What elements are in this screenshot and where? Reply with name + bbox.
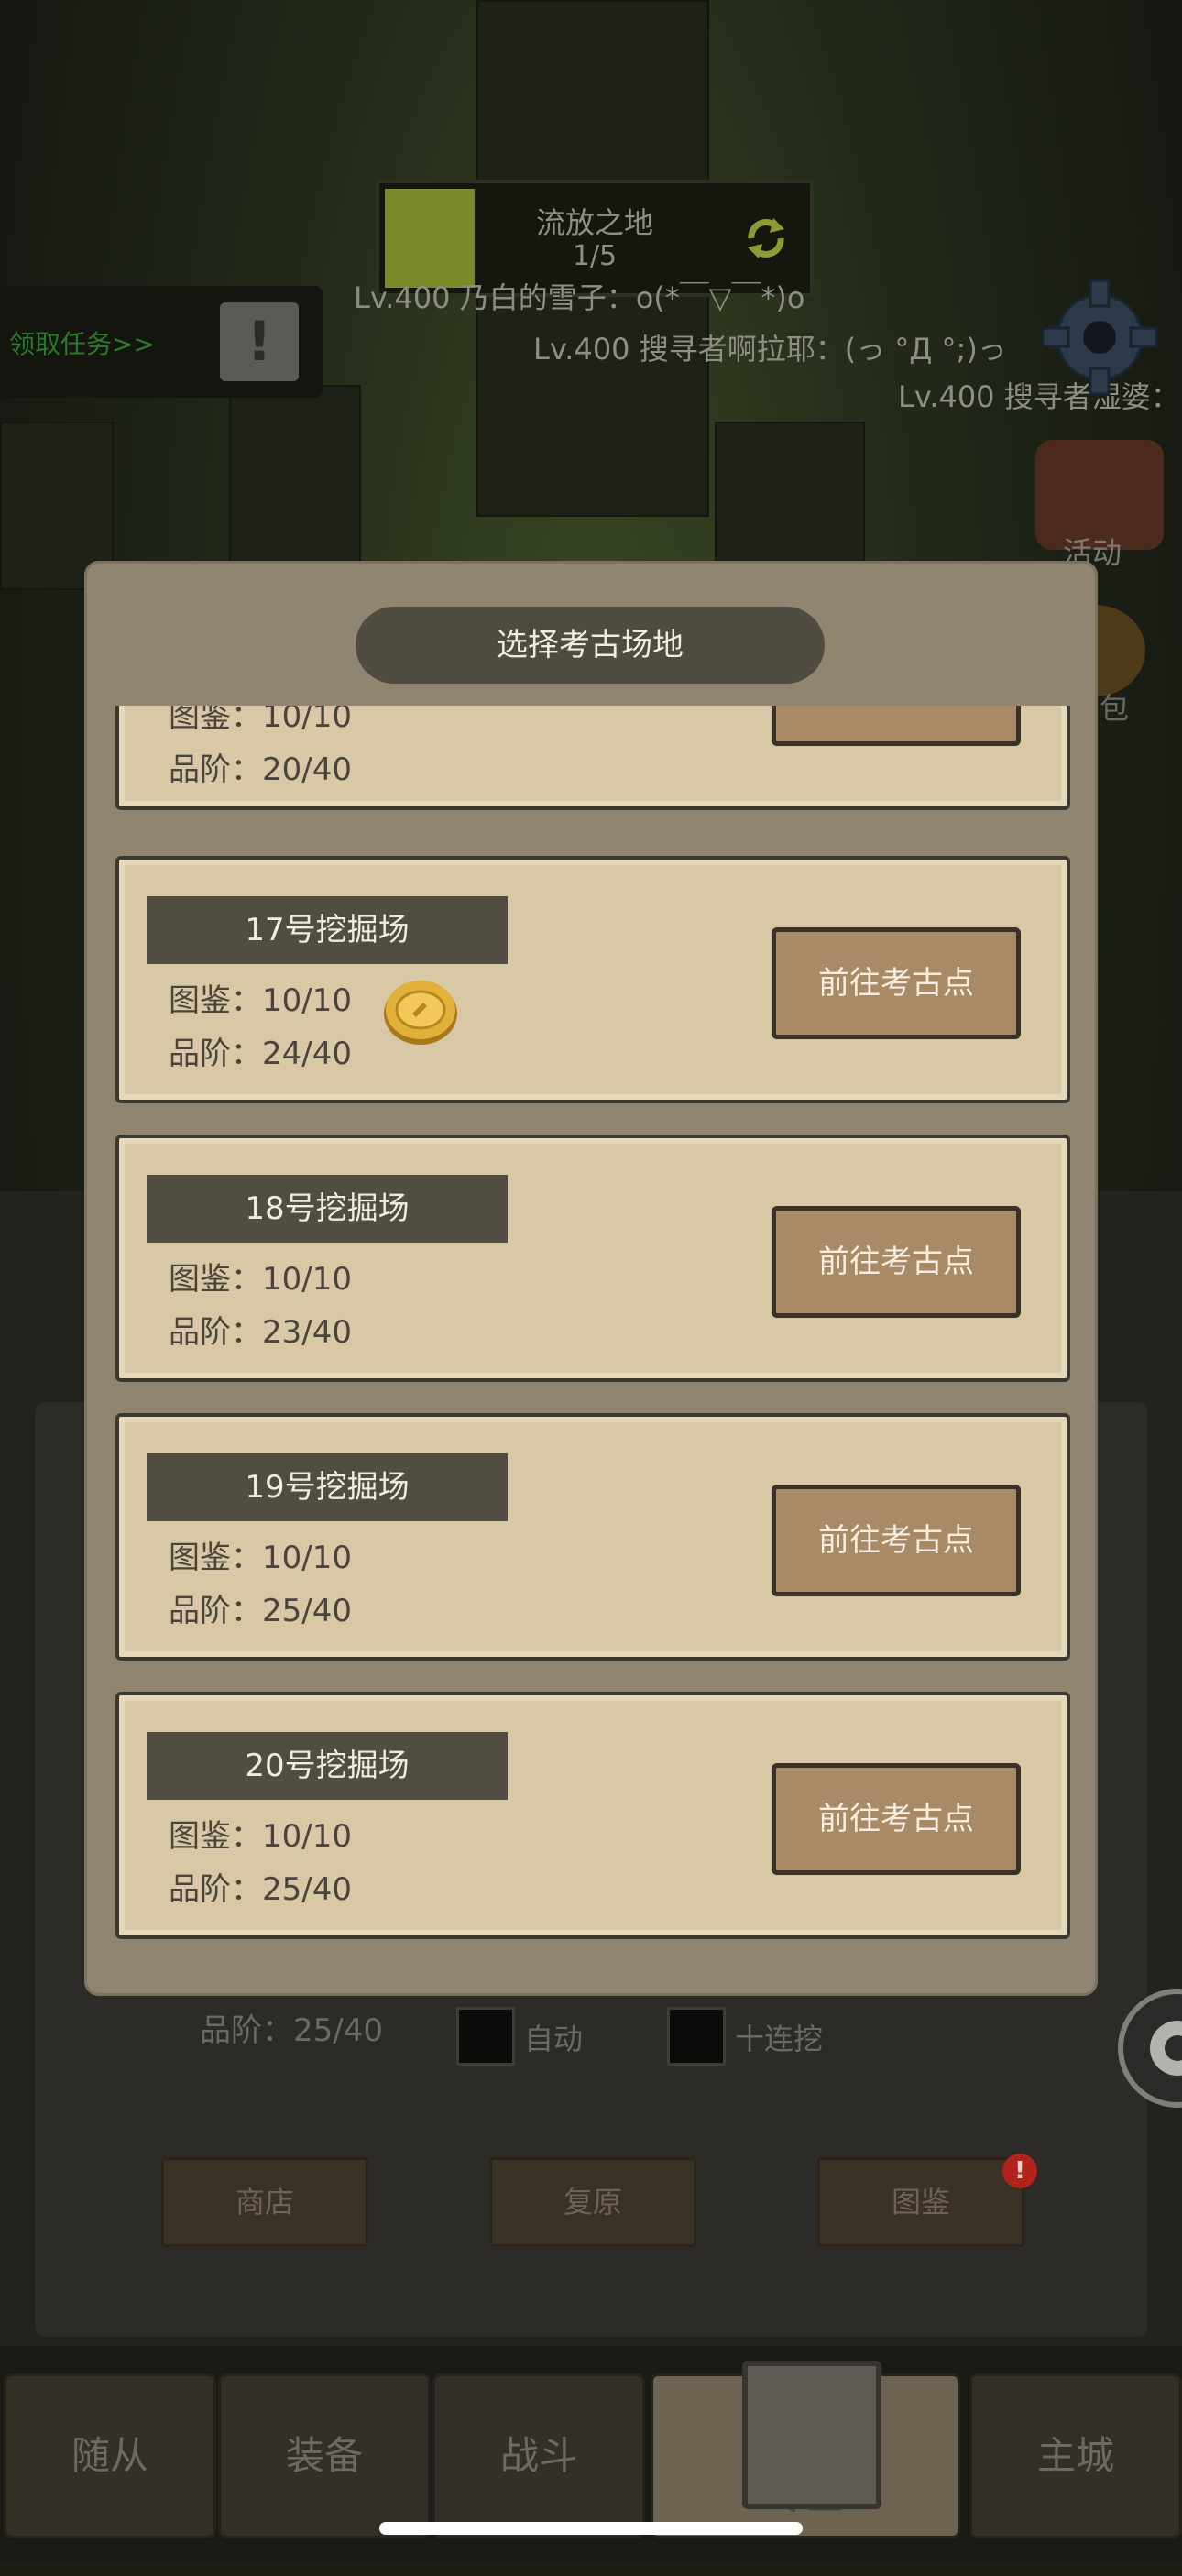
- nav-tab-followers[interactable]: 随从: [4, 2373, 216, 2538]
- coin-icon[interactable]: [381, 977, 460, 1047]
- auto-checkbox[interactable]: [456, 2007, 515, 2066]
- site-grade: 品阶：23/40: [169, 1314, 352, 1351]
- auto-label: 自动: [524, 2022, 584, 2056]
- nav-tab-equipment[interactable]: 装备: [218, 2373, 431, 2538]
- gear-icon[interactable]: [1037, 275, 1162, 400]
- go-site-button[interactable]: 前往考古点: [772, 1206, 1021, 1318]
- site-grade: 品阶：24/40: [169, 1036, 352, 1072]
- go-site-button[interactable]: 前往考古点: [772, 1485, 1021, 1596]
- notification-badge: !: [1002, 2154, 1037, 2188]
- underlay-grade: 品阶：25/40: [200, 2012, 383, 2049]
- shop-button[interactable]: 商店: [161, 2157, 368, 2247]
- castle-tower: [229, 385, 361, 572]
- go-site-button[interactable]: 前往考古点: [772, 927, 1021, 1039]
- site-collection: 图鉴：10/10: [169, 706, 352, 735]
- home-indicator[interactable]: [379, 2522, 803, 2535]
- ten-dig-label: 十连挖: [735, 2022, 824, 2056]
- chat-message: Lv.400 搜寻者啊拉耶：(っ °Д °;)っ: [533, 332, 1007, 367]
- site-name: 18号挖掘场: [147, 1175, 508, 1243]
- modal-title: 选择考古场地: [356, 607, 825, 684]
- site-collection: 图鉴：10/10: [169, 1261, 352, 1298]
- site-card: 18号挖掘场 图鉴：10/10 品阶：23/40 前往考古点: [115, 1135, 1070, 1382]
- site-card: 19号挖掘场 图鉴：10/10 品阶：25/40 前往考古点: [115, 1413, 1070, 1661]
- quest-button[interactable]: 领取任务>> !: [0, 286, 323, 398]
- site-list[interactable]: 前往考古点 图鉴：10/10 品阶：20/40 17号挖掘场 图鉴：10/10 …: [110, 706, 1072, 1943]
- go-site-button[interactable]: 前往考古点: [772, 706, 1021, 746]
- gear-icon[interactable]: [1109, 1979, 1182, 2117]
- site-card: 20号挖掘场 图鉴：10/10 品阶：25/40 前往考古点: [115, 1692, 1070, 1939]
- site-card: 前往考古点 图鉴：10/10 品阶：20/40: [115, 706, 1070, 810]
- refresh-icon[interactable]: [740, 213, 792, 264]
- site-card: 17号挖掘场 图鉴：10/10 品阶：24/40 前往考古点: [115, 856, 1070, 1103]
- site-name: 20号挖掘场: [147, 1732, 508, 1800]
- site-grade: 品阶：20/40: [169, 751, 352, 788]
- castle-tower: [715, 422, 865, 572]
- site-name: 19号挖掘场: [147, 1453, 508, 1521]
- nav-tab-battle[interactable]: 战斗: [432, 2373, 645, 2538]
- bag-label: 包: [1100, 691, 1130, 726]
- chat-message: Lv.400 乃白的雪子：o(*￣▽￣*)o: [354, 280, 805, 315]
- restore-button[interactable]: 复原: [489, 2157, 696, 2247]
- exclamation-icon: !: [220, 302, 299, 381]
- site-name: 17号挖掘场: [147, 896, 508, 964]
- nav-tab-main-city[interactable]: 主城: [969, 2373, 1182, 2538]
- door-icon: [742, 2361, 881, 2509]
- site-grade: 品阶：25/40: [169, 1593, 352, 1629]
- catalog-button[interactable]: 图鉴: [817, 2157, 1024, 2247]
- site-collection: 图鉴：10/10: [169, 1540, 352, 1576]
- site-grade: 品阶：25/40: [169, 1871, 352, 1908]
- site-collection: 图鉴：10/10: [169, 1818, 352, 1855]
- go-site-button[interactable]: 前往考古点: [772, 1763, 1021, 1875]
- site-collection: 图鉴：10/10: [169, 982, 352, 1019]
- ten-dig-checkbox[interactable]: [667, 2007, 726, 2066]
- quest-label: 领取任务>>: [9, 329, 155, 359]
